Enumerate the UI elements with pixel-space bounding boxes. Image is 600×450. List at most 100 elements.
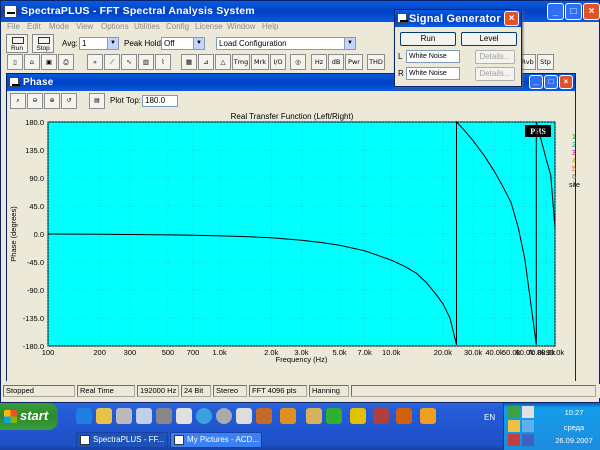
menu-file[interactable]: File — [7, 22, 20, 31]
menu-options[interactable]: Options — [101, 22, 129, 31]
peak-hold-select[interactable]: Off ▼ — [161, 37, 205, 50]
new-icon[interactable]: ▯ — [7, 54, 23, 70]
timing-button[interactable]: Tmg — [232, 54, 250, 70]
tray-security-icon[interactable] — [508, 420, 520, 432]
drive-icon[interactable] — [116, 408, 132, 424]
open-icon[interactable]: ⌂ — [24, 54, 40, 70]
legend-trailing-text: site — [569, 182, 580, 189]
clock-day: среда — [563, 423, 585, 432]
ie-icon[interactable] — [76, 408, 92, 424]
menu-license[interactable]: License — [195, 22, 223, 31]
left-channel-label: L — [398, 52, 403, 61]
maximize-button[interactable]: □ — [565, 3, 582, 20]
x-tick-label: 5.0k — [332, 348, 346, 357]
flash-icon[interactable] — [350, 408, 366, 424]
menu-utilities[interactable]: Utilities — [134, 22, 160, 31]
avg-label: Avg: — [62, 39, 78, 48]
tray-device-icon[interactable] — [522, 406, 534, 418]
shell-icon[interactable] — [306, 408, 322, 424]
language-indicator[interactable]: EN — [484, 413, 495, 422]
siggen-run-button[interactable]: Run — [400, 32, 456, 46]
tray-antivirus-icon[interactable] — [508, 434, 520, 446]
sweep-icon[interactable]: ∿ — [121, 54, 137, 70]
bars-icon[interactable]: ▥ — [138, 54, 154, 70]
io-button[interactable]: I/O — [270, 54, 286, 70]
plot-top-input[interactable]: 180.0 — [142, 95, 178, 107]
zoom-icon[interactable]: ⌕ — [10, 93, 26, 109]
y-tick-label: 180.0 — [25, 118, 44, 127]
clock-time[interactable]: 10:27 — [554, 408, 594, 417]
close-button[interactable]: × — [583, 3, 600, 20]
signal-icon[interactable]: ◎ — [290, 54, 306, 70]
print-icon[interactable]: ⎙ — [58, 54, 74, 70]
hz-button[interactable]: Hz — [311, 54, 327, 70]
audio-icon[interactable] — [396, 408, 412, 424]
db-button[interactable]: dB — [328, 54, 344, 70]
media-player-icon[interactable] — [196, 408, 212, 424]
menu-edit[interactable]: Edit — [27, 22, 41, 31]
y-tick-label: 135.0 — [25, 146, 44, 155]
status-fft-size: FFT 4096 pts — [249, 385, 307, 397]
tray-network-icon[interactable] — [508, 406, 520, 418]
run-button[interactable]: Run — [6, 34, 28, 53]
save-icon[interactable]: ▣ — [41, 54, 57, 70]
right-details-button[interactable]: Details... — [475, 67, 515, 81]
x-tick-label: 70.0k — [527, 348, 546, 357]
task-my-pictures[interactable]: My Pictures - ACD... — [170, 432, 262, 448]
minimize-button[interactable]: _ — [547, 3, 564, 20]
phase-minimize-button[interactable]: _ — [529, 75, 543, 89]
character-icon[interactable] — [280, 408, 296, 424]
avg-select[interactable]: 1 ▼ — [79, 37, 119, 50]
phase-maximize-button[interactable]: □ — [544, 75, 558, 89]
phase-plot-svg[interactable]: 180.0135.090.045.00.0-45.0-90.0-135.0-18… — [7, 111, 575, 381]
x-tick-label: 100 — [42, 348, 55, 357]
person-icon[interactable] — [256, 408, 272, 424]
folder-icon[interactable] — [96, 408, 112, 424]
disc-icon[interactable] — [136, 408, 152, 424]
undo-zoom-icon[interactable]: ↺ — [61, 93, 77, 109]
zoom-in-icon[interactable]: ⊕ — [44, 93, 60, 109]
thd-button[interactable]: THD — [367, 54, 385, 70]
wave-icon[interactable] — [420, 408, 436, 424]
tray-volume-icon[interactable] — [522, 420, 534, 432]
menu-help[interactable]: Help — [262, 22, 278, 31]
task-spectraplus[interactable]: SpectraPLUS - FF... — [76, 432, 168, 448]
chevron-down-icon: ▼ — [107, 38, 118, 49]
left-details-button[interactable]: Details... — [475, 50, 515, 64]
chevron-down-icon: ▼ — [193, 38, 204, 49]
document-icon[interactable] — [176, 408, 192, 424]
app-shortcut-icon[interactable] — [373, 408, 389, 424]
siggen-level-button[interactable]: Level — [461, 32, 517, 46]
configuration-select[interactable]: Load Configuration ▼ — [216, 37, 356, 50]
start-button[interactable]: start — [0, 403, 58, 430]
step-button[interactable]: Stp — [537, 54, 554, 70]
spectrum-icon[interactable]: ⊿ — [198, 54, 214, 70]
tool-icon[interactable] — [156, 408, 172, 424]
right-signal-select[interactable]: White Noise — [406, 67, 460, 80]
menu-window[interactable]: Window — [227, 22, 255, 31]
leaf-icon[interactable] — [326, 408, 342, 424]
plot-settings-icon[interactable]: ▤ — [89, 93, 105, 109]
siggen-title-bar[interactable]: Signal Generator × — [395, 10, 521, 27]
siggen-close-button[interactable]: × — [504, 11, 519, 26]
left-signal-select[interactable]: White Noise — [406, 50, 460, 63]
power-button[interactable]: Pwr — [345, 54, 363, 70]
forward-icon[interactable]: » — [87, 54, 103, 70]
tray-app-icon[interactable] — [522, 434, 534, 446]
stop-button[interactable]: Stop — [32, 34, 54, 53]
menu-mode[interactable]: Mode — [49, 22, 69, 31]
phase-window-icon — [9, 77, 20, 87]
grid-icon[interactable]: ▦ — [181, 54, 197, 70]
legend-item-3: 3 — [572, 150, 576, 157]
marker-button[interactable]: Mrk — [251, 54, 269, 70]
speaker-icon[interactable] — [216, 408, 232, 424]
phase-close-button[interactable]: × — [559, 75, 573, 89]
menu-view[interactable]: View — [76, 22, 93, 31]
cursor-icon[interactable]: △ — [215, 54, 231, 70]
ramp-icon[interactable]: ⟋ — [104, 54, 120, 70]
steps-icon[interactable]: ⌇ — [155, 54, 171, 70]
calculator-icon[interactable] — [236, 408, 252, 424]
signal-generator-window: Signal Generator × Run Level L White Noi… — [394, 9, 522, 87]
zoom-out-icon[interactable]: ⊖ — [27, 93, 43, 109]
menu-config[interactable]: Config — [166, 22, 189, 31]
